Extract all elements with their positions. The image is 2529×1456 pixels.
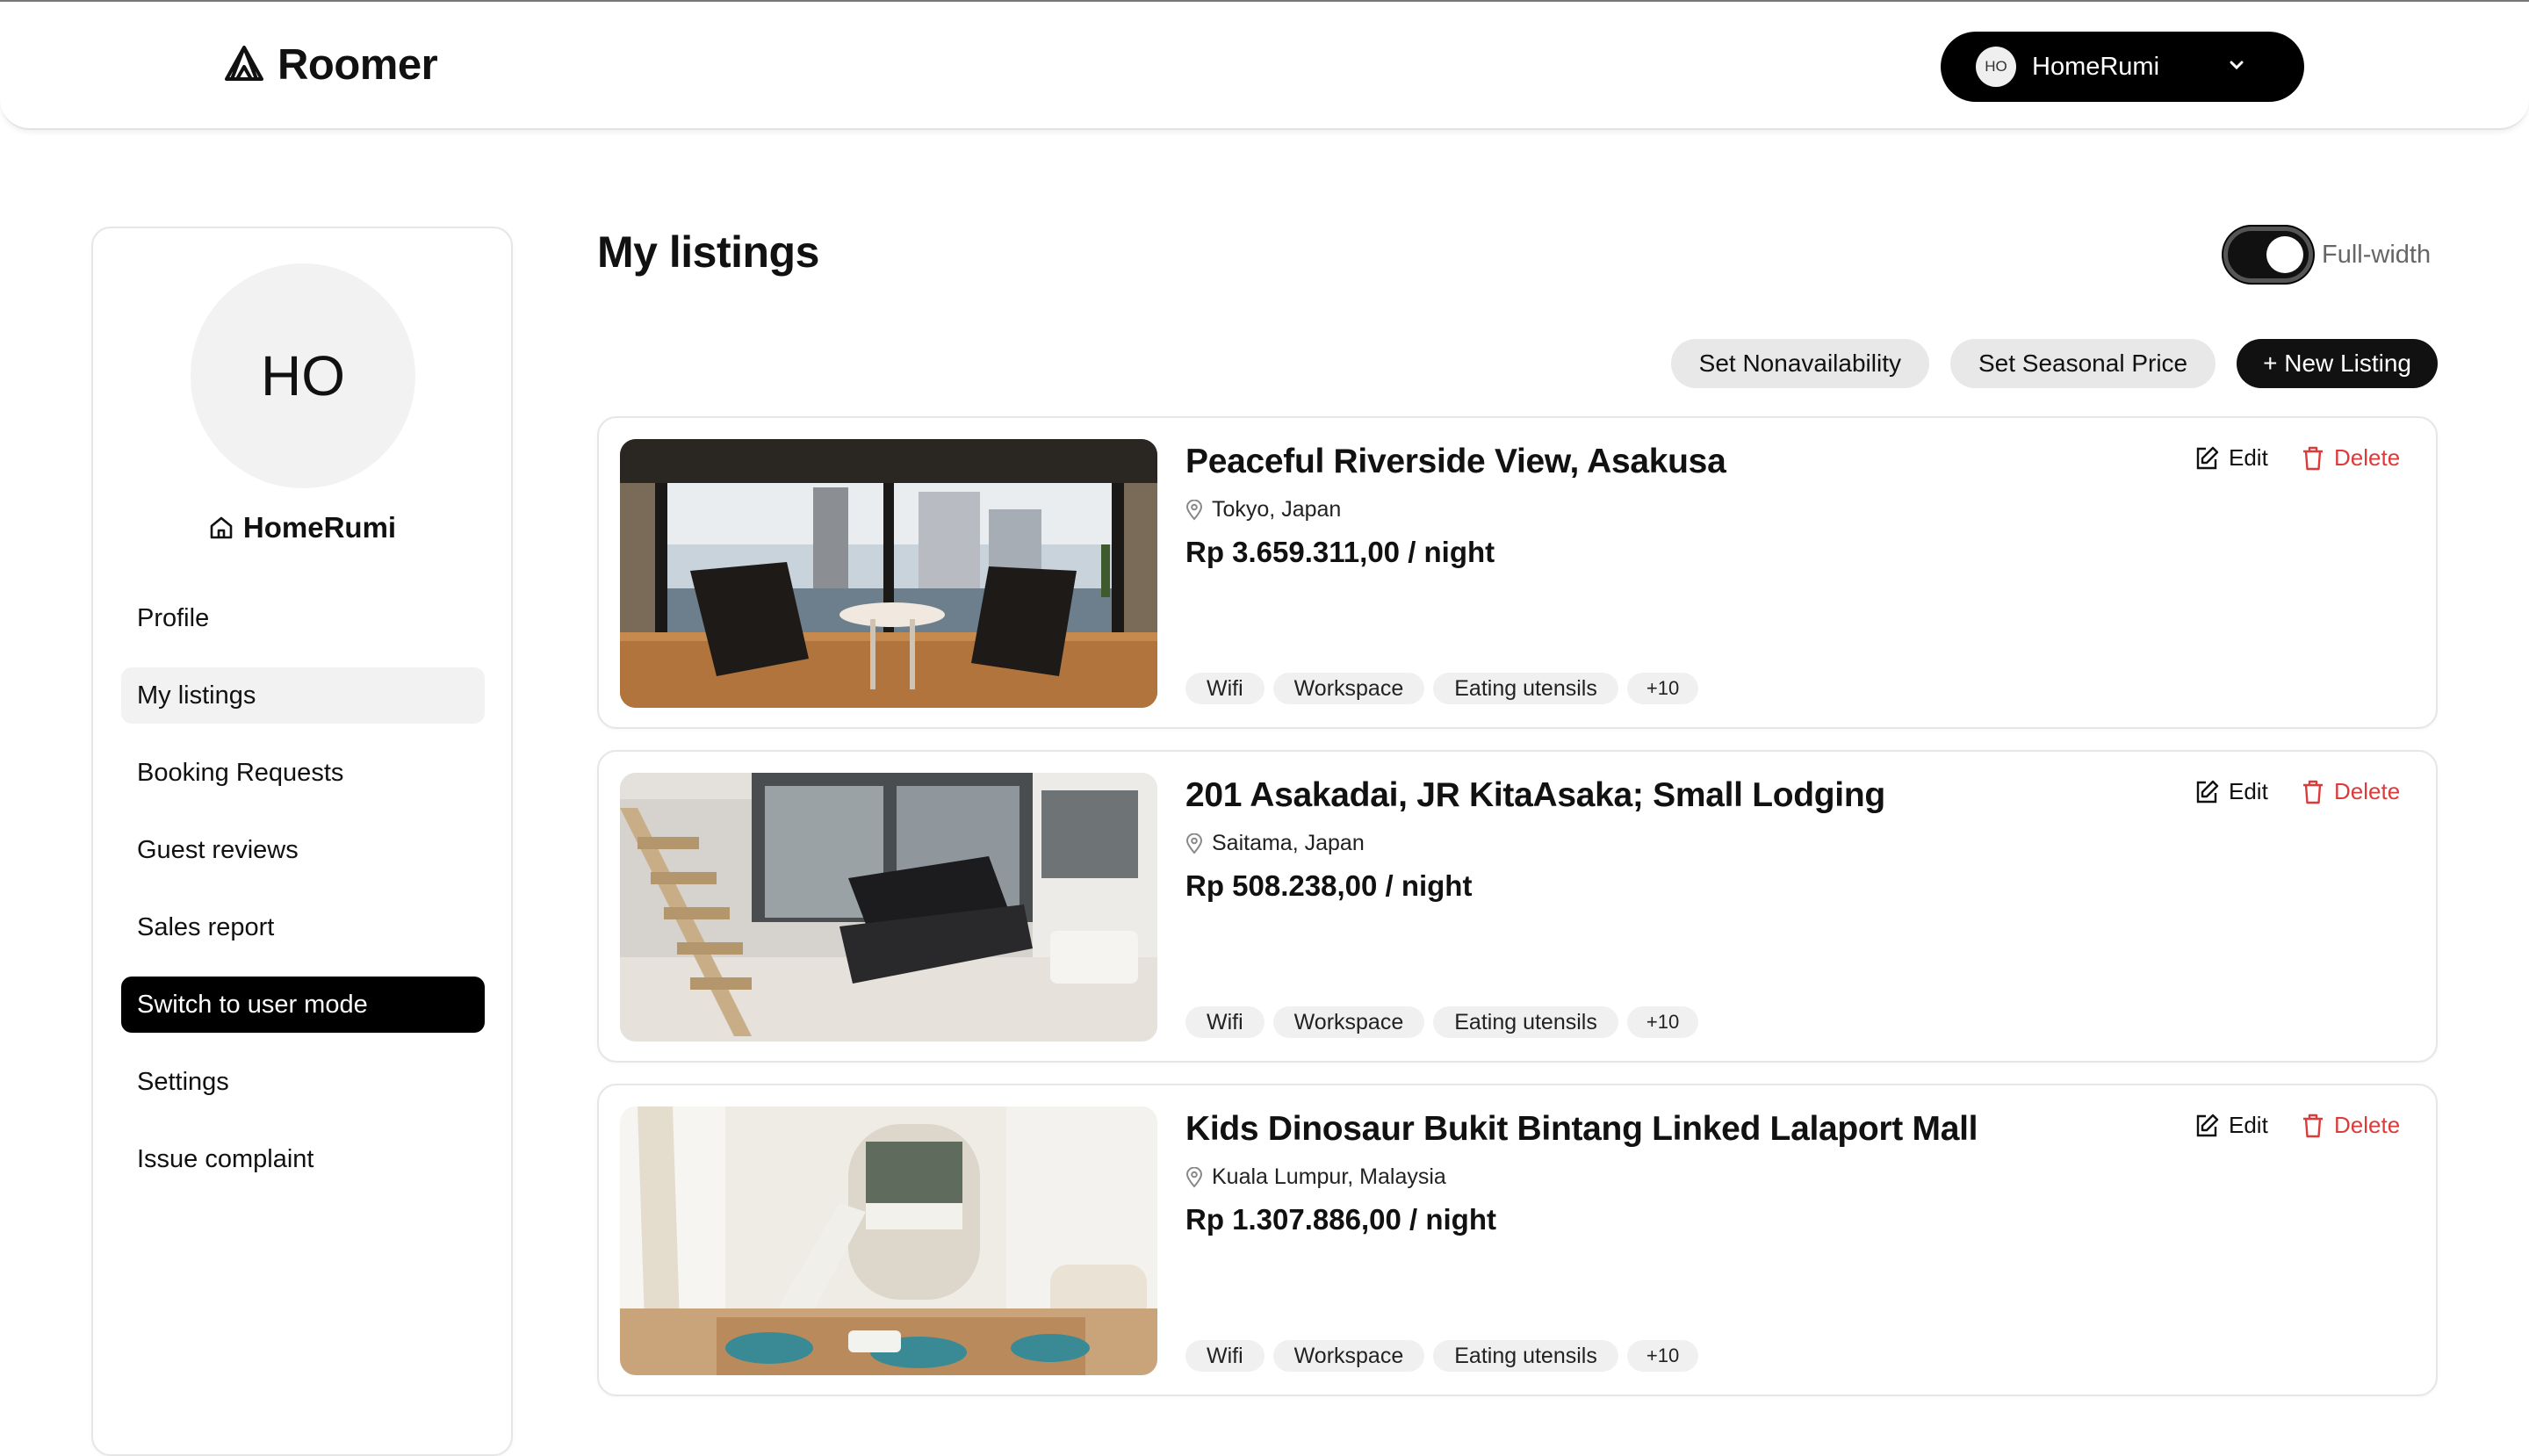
amenity-tag: Workspace (1272, 1340, 1425, 1372)
sidebar-nav: Profile My listings Booking Requests Gue… (121, 590, 485, 1208)
map-pin-icon (1185, 833, 1203, 854)
sidebar-item-my-listings[interactable]: My listings (121, 667, 485, 724)
delete-label: Delete (2334, 444, 2401, 471)
listing-photo[interactable] (620, 1106, 1157, 1375)
listing-location-text: Tokyo, Japan (1212, 497, 1342, 522)
page-title: My listings (597, 227, 819, 277)
amenity-tag: Wifi (1185, 1006, 1264, 1038)
edit-label: Edit (2229, 778, 2268, 804)
edit-button[interactable]: Edit (2194, 778, 2268, 805)
listing-price: Rp 1.307.886,00 / night (1185, 1203, 1496, 1236)
sidebar-item-settings[interactable]: Settings (121, 1054, 485, 1110)
amenity-tag: Wifi (1185, 673, 1264, 704)
listing-photo-image (620, 773, 1157, 1042)
edit-button[interactable]: Edit (2194, 444, 2268, 472)
amenity-tags: Wifi Workspace Eating utensils +10 (1185, 1340, 1699, 1372)
delete-label: Delete (2334, 1112, 2401, 1138)
listing-price: Rp 508.238,00 / night (1185, 869, 1473, 902)
listing-location: Kuala Lumpur, Malaysia (1185, 1164, 1446, 1190)
listing-card[interactable]: 201 Asakadai, JR KitaAsaka; Small Lodgin… (597, 750, 2438, 1063)
toggle-knob (2266, 236, 2303, 273)
amenity-tag: Wifi (1185, 1340, 1264, 1372)
trash-icon (2301, 1113, 2325, 1139)
set-seasonal-price-button[interactable]: Set Seasonal Price (1949, 339, 2216, 388)
host-name-row: HomeRumi (93, 511, 511, 544)
sidebar-item-profile[interactable]: Profile (121, 590, 485, 646)
amenity-tags: Wifi Workspace Eating utensils +10 (1185, 1006, 1699, 1038)
listing-photo[interactable] (620, 439, 1157, 708)
amenity-more-tag: +10 (1626, 673, 1699, 704)
delete-button[interactable]: Delete (2301, 778, 2400, 805)
edit-icon (2194, 1113, 2220, 1139)
profile-avatar: HO (191, 263, 415, 488)
set-nonavailability-button[interactable]: Set Nonavailability (1670, 339, 1929, 388)
sidebar-item-sales-report[interactable]: Sales report (121, 899, 485, 955)
brand-logo[interactable]: Roomer (225, 40, 438, 90)
listing-card[interactable]: Kids Dinosaur Bukit Bintang Linked Lalap… (597, 1084, 2438, 1396)
user-menu-button[interactable]: HO HomeRumi (1941, 32, 2304, 102)
amenity-more-tag: +10 (1626, 1340, 1699, 1372)
top-navbar: Roomer HO HomeRumi (0, 0, 2529, 130)
edit-icon (2194, 445, 2220, 472)
edit-icon (2194, 779, 2220, 805)
trash-icon (2301, 445, 2325, 472)
user-avatar: HO (1976, 47, 2016, 87)
listing-photo-image (620, 1106, 1157, 1375)
listing-location: Tokyo, Japan (1185, 497, 1341, 523)
map-pin-icon (1185, 499, 1203, 521)
listing-card[interactable]: Peaceful Riverside View, Asakusa Tokyo, … (597, 416, 2438, 729)
tent-icon (225, 45, 263, 85)
amenity-more-tag: +10 (1626, 1006, 1699, 1038)
delete-label: Delete (2334, 778, 2401, 804)
amenity-tag: Eating utensils (1433, 673, 1618, 704)
amenity-tag: Workspace (1272, 673, 1425, 704)
fullwidth-toggle[interactable]: Full-width (2223, 227, 2431, 283)
edit-label: Edit (2229, 1112, 2268, 1138)
brand-name: Roomer (277, 41, 438, 89)
listing-location-text: Saitama, Japan (1212, 831, 1365, 855)
map-pin-icon (1185, 1166, 1203, 1188)
home-icon (208, 515, 234, 541)
sidebar-item-booking-requests[interactable]: Booking Requests (121, 745, 485, 801)
amenity-tag: Workspace (1272, 1006, 1425, 1038)
edit-button[interactable]: Edit (2194, 1112, 2268, 1139)
sidebar-item-guest-reviews[interactable]: Guest reviews (121, 822, 485, 878)
edit-label: Edit (2229, 444, 2268, 471)
listing-price: Rp 3.659.311,00 / night (1185, 536, 1495, 568)
host-name: HomeRumi (242, 511, 397, 544)
switch-user-mode-button[interactable]: Switch to user mode (121, 977, 485, 1033)
host-sidebar: HO HomeRumi Profile My listings Booking … (91, 227, 513, 1456)
listing-location: Saitama, Japan (1185, 831, 1365, 856)
listing-title[interactable]: 201 Asakadai, JR KitaAsaka; Small Lodgin… (1185, 776, 1885, 815)
listing-photo-image (620, 439, 1157, 708)
trash-icon (2301, 779, 2325, 805)
delete-button[interactable]: Delete (2301, 1112, 2400, 1139)
amenity-tag: Eating utensils (1433, 1006, 1618, 1038)
amenity-tag: Eating utensils (1433, 1340, 1618, 1372)
chevron-down-icon (2229, 59, 2244, 75)
listing-title[interactable]: Kids Dinosaur Bukit Bintang Linked Lalap… (1185, 1110, 1978, 1149)
fullwidth-label: Full-width (2322, 240, 2432, 269)
sidebar-item-issue-complaint[interactable]: Issue complaint (121, 1131, 485, 1187)
listing-location-text: Kuala Lumpur, Malaysia (1212, 1164, 1446, 1189)
delete-button[interactable]: Delete (2301, 444, 2400, 472)
user-name: HomeRumi (2032, 52, 2160, 81)
listing-title[interactable]: Peaceful Riverside View, Asakusa (1185, 443, 1726, 481)
new-listing-button[interactable]: + New Listing (2237, 339, 2438, 388)
amenity-tags: Wifi Workspace Eating utensils +10 (1185, 673, 1699, 704)
listing-actions: Set Nonavailability Set Seasonal Price +… (1670, 339, 2438, 388)
toggle-switch[interactable] (2223, 227, 2313, 283)
listing-photo[interactable] (620, 773, 1157, 1042)
